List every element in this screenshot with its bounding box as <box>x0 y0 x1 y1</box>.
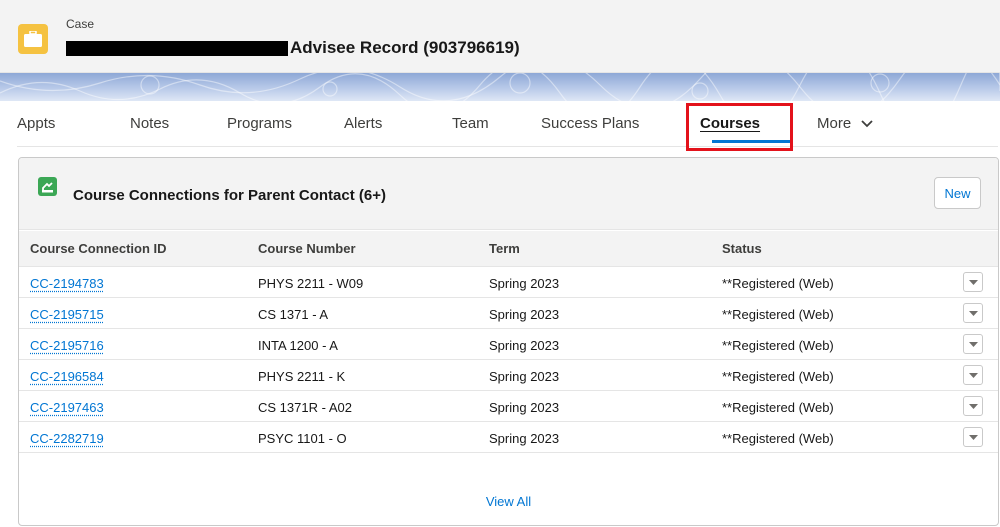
tab-alerts[interactable]: Alerts <box>344 115 382 132</box>
course-connection-link[interactable]: CC-2195716 <box>30 338 104 353</box>
course-number-cell: INTA 1200 - A <box>258 338 338 353</box>
row-actions-button[interactable] <box>963 303 983 323</box>
record-title-row: Advisee Record (903796619) <box>66 37 520 59</box>
column-header-status[interactable]: Status <box>722 241 762 256</box>
course-connection-link[interactable]: CC-2195715 <box>30 307 104 322</box>
status-cell: **Registered (Web) <box>722 276 834 291</box>
term-cell: Spring 2023 <box>489 307 560 322</box>
status-cell: **Registered (Web) <box>722 431 834 446</box>
dropdown-arrow-icon <box>969 280 978 285</box>
new-button[interactable]: New <box>934 177 981 209</box>
dropdown-arrow-icon <box>969 373 978 378</box>
term-cell: Spring 2023 <box>489 400 560 415</box>
row-actions-button[interactable] <box>963 334 983 354</box>
term-cell: Spring 2023 <box>489 276 560 291</box>
column-header-course-number[interactable]: Course Number <box>258 241 356 256</box>
table-row: CC-2282719 PSYC 1101 - O Spring 2023 **R… <box>19 423 998 453</box>
tab-notes[interactable]: Notes <box>130 115 169 132</box>
term-cell: Spring 2023 <box>489 369 560 384</box>
chevron-down-icon <box>861 120 873 128</box>
annotation-highlight-box <box>686 103 793 151</box>
record-title: Advisee Record (903796619) <box>290 38 520 57</box>
decorative-banner <box>0 73 1000 101</box>
status-cell: **Registered (Web) <box>722 369 834 384</box>
tab-programs[interactable]: Programs <box>227 115 292 132</box>
row-actions-button[interactable] <box>963 396 983 416</box>
tab-appts[interactable]: Appts <box>17 115 55 132</box>
row-actions-button[interactable] <box>963 427 983 447</box>
tab-more-label: More <box>817 115 852 132</box>
row-actions-button[interactable] <box>963 272 983 292</box>
card-title: Course Connections for Parent Contact (6… <box>73 187 386 204</box>
status-cell: **Registered (Web) <box>722 338 834 353</box>
table-header: Course Connection ID Course Number Term … <box>19 231 998 267</box>
table-row: CC-2196584 PHYS 2211 - K Spring 2023 **R… <box>19 361 998 391</box>
column-header-term[interactable]: Term <box>489 241 520 256</box>
course-connection-icon <box>38 177 57 196</box>
tab-success-plans[interactable]: Success Plans <box>541 115 639 132</box>
column-header-id[interactable]: Course Connection ID <box>30 241 167 256</box>
view-all-link[interactable]: View All <box>19 494 998 509</box>
status-cell: **Registered (Web) <box>722 400 834 415</box>
briefcase-icon <box>18 24 48 54</box>
course-number-cell: CS 1371R - A02 <box>258 400 352 415</box>
course-number-cell: PHYS 2211 - W09 <box>258 276 364 291</box>
record-header: Case Advisee Record (903796619) <box>0 0 1000 73</box>
tab-team[interactable]: Team <box>452 115 489 132</box>
table-row: CC-2195716 INTA 1200 - A Spring 2023 **R… <box>19 330 998 360</box>
course-connection-link[interactable]: CC-2197463 <box>30 400 104 415</box>
tab-more[interactable]: More <box>817 115 873 132</box>
term-cell: Spring 2023 <box>489 338 560 353</box>
course-connection-link[interactable]: CC-2196584 <box>30 369 104 384</box>
dropdown-arrow-icon <box>969 311 978 316</box>
table-row: CC-2195715 CS 1371 - A Spring 2023 **Reg… <box>19 299 998 329</box>
dropdown-arrow-icon <box>969 435 978 440</box>
row-actions-button[interactable] <box>963 365 983 385</box>
table-row: CC-2197463 CS 1371R - A02 Spring 2023 **… <box>19 392 998 422</box>
dropdown-arrow-icon <box>969 404 978 409</box>
table-row: CC-2194783 PHYS 2211 - W09 Spring 2023 *… <box>19 268 998 298</box>
card-header: Course Connections for Parent Contact (6… <box>19 158 998 230</box>
course-number-cell: PSYC 1101 - O <box>258 431 347 446</box>
course-number-cell: CS 1371 - A <box>258 307 329 322</box>
tab-bar: Appts Notes Programs Alerts Team Success… <box>17 101 998 147</box>
status-cell: **Registered (Web) <box>722 307 834 322</box>
course-connections-card: Course Connections for Parent Contact (6… <box>18 157 999 526</box>
course-connection-link[interactable]: CC-2194783 <box>30 276 104 291</box>
course-connection-link[interactable]: CC-2282719 <box>30 431 104 446</box>
object-type-label: Case <box>66 17 95 31</box>
redacted-name <box>66 40 288 56</box>
term-cell: Spring 2023 <box>489 431 560 446</box>
dropdown-arrow-icon <box>969 342 978 347</box>
course-number-cell: PHYS 2211 - K <box>258 369 346 384</box>
